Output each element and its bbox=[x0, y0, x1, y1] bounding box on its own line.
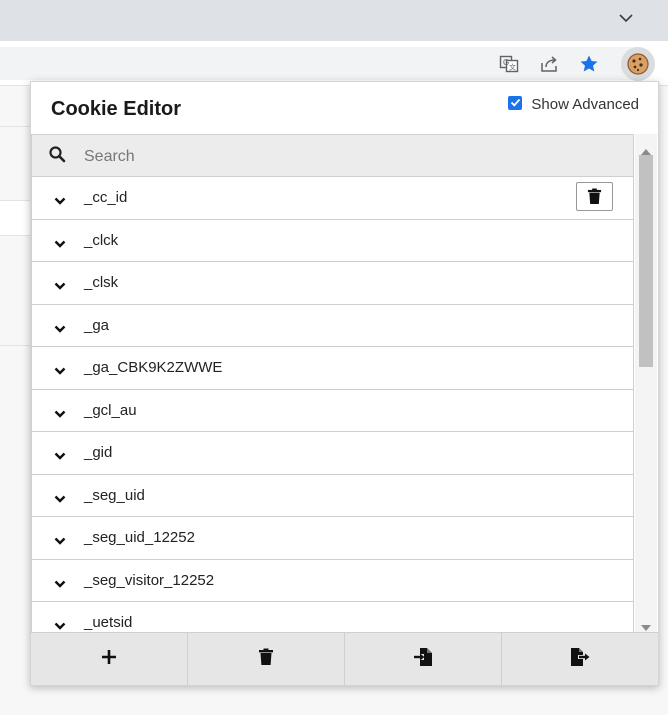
cookie-name: _cc_id bbox=[84, 189, 128, 206]
chevron-down-icon[interactable] bbox=[54, 532, 66, 550]
export-button[interactable] bbox=[502, 633, 658, 685]
footer-toolbar bbox=[31, 632, 658, 685]
chevron-down-icon[interactable] bbox=[54, 192, 66, 210]
scrollbar-thumb[interactable] bbox=[639, 155, 653, 367]
file-import-icon bbox=[413, 647, 433, 672]
browser-toolbar: G 文 bbox=[0, 41, 668, 86]
cookie-list-frame: _cc_id _clck _clsk _ga _ga_CBK9K2ZWWE _gcl_au… bbox=[31, 134, 658, 632]
cookie-row[interactable]: _seg_uid bbox=[31, 474, 634, 517]
cookie-row[interactable]: _gid bbox=[31, 432, 634, 475]
file-export-icon bbox=[570, 647, 590, 672]
search-bar bbox=[31, 134, 634, 177]
cookie-row[interactable]: _seg_uid_12252 bbox=[31, 517, 634, 560]
search-input[interactable] bbox=[82, 143, 606, 171]
cookie-editor-popup: Cookie Editor Show Advanced _cc_id_clck_… bbox=[30, 81, 659, 686]
chevron-down-icon[interactable] bbox=[54, 575, 66, 593]
chevron-down-icon[interactable] bbox=[54, 362, 66, 380]
cookie-name: _gcl_au bbox=[84, 401, 137, 419]
translate-icon[interactable]: G 文 bbox=[498, 53, 520, 75]
share-icon[interactable] bbox=[538, 53, 560, 75]
cookie-name: _gid bbox=[84, 444, 113, 461]
plus-icon bbox=[101, 649, 117, 670]
cookie-row[interactable]: _gcl_au bbox=[31, 389, 634, 432]
cookie-row[interactable]: _clck bbox=[31, 219, 634, 262]
tab-strip bbox=[0, 0, 668, 41]
delete-cookie-button[interactable] bbox=[576, 182, 613, 211]
popup-title: Cookie Editor bbox=[51, 98, 182, 120]
cookie-row[interactable]: _uetsid bbox=[31, 602, 634, 632]
svg-text:文: 文 bbox=[509, 63, 516, 72]
chevron-down-icon[interactable] bbox=[54, 277, 66, 295]
cookie-row[interactable]: _ga_CBK9K2ZWWE bbox=[31, 347, 634, 390]
chevron-down-icon[interactable] bbox=[54, 320, 66, 338]
show-advanced-checkbox[interactable] bbox=[508, 95, 523, 110]
search-icon bbox=[49, 146, 66, 168]
cookie-name: _uetsid bbox=[84, 614, 133, 631]
show-advanced-toggle[interactable]: Show Advanced bbox=[508, 95, 639, 113]
cookie-name: _seg_uid_12252 bbox=[84, 529, 195, 546]
chevron-down-icon[interactable] bbox=[54, 235, 66, 253]
trash-icon bbox=[258, 648, 274, 671]
scrollbar[interactable] bbox=[635, 134, 657, 632]
chevron-down-icon[interactable] bbox=[54, 490, 66, 508]
chevron-down-icon[interactable] bbox=[54, 447, 66, 465]
cookie-name: _ga bbox=[84, 316, 110, 334]
cookie-row[interactable]: _clsk bbox=[31, 262, 634, 305]
chevron-down-icon[interactable] bbox=[54, 617, 66, 632]
cookie-row[interactable]: _ga bbox=[31, 304, 634, 347]
import-button[interactable] bbox=[345, 633, 502, 685]
cookie-extension-icon[interactable] bbox=[621, 47, 655, 81]
delete-all-button[interactable] bbox=[188, 633, 345, 685]
add-cookie-button[interactable] bbox=[31, 633, 188, 685]
cookie-name: _seg_visitor_12252 bbox=[84, 571, 215, 589]
scroll-down-icon[interactable] bbox=[641, 618, 651, 632]
cookie-name: _ga_CBK9K2ZWWE bbox=[84, 359, 223, 376]
show-advanced-label: Show Advanced bbox=[531, 96, 639, 113]
chevron-down-icon[interactable] bbox=[54, 405, 66, 423]
cookie-list: _cc_id _clck _clsk _ga _ga_CBK9K2ZWWE _gcl_au… bbox=[31, 177, 634, 632]
bookmark-star-icon[interactable] bbox=[578, 53, 600, 75]
cookie-name: _clsk bbox=[84, 274, 119, 291]
chevron-down-icon[interactable] bbox=[618, 10, 634, 26]
cookie-row[interactable]: _cc_id bbox=[31, 177, 634, 220]
cookie-row[interactable]: _seg_visitor_12252 bbox=[31, 559, 634, 602]
cookie-name: _clck bbox=[84, 231, 119, 249]
cookie-name: _seg_uid bbox=[84, 486, 145, 504]
